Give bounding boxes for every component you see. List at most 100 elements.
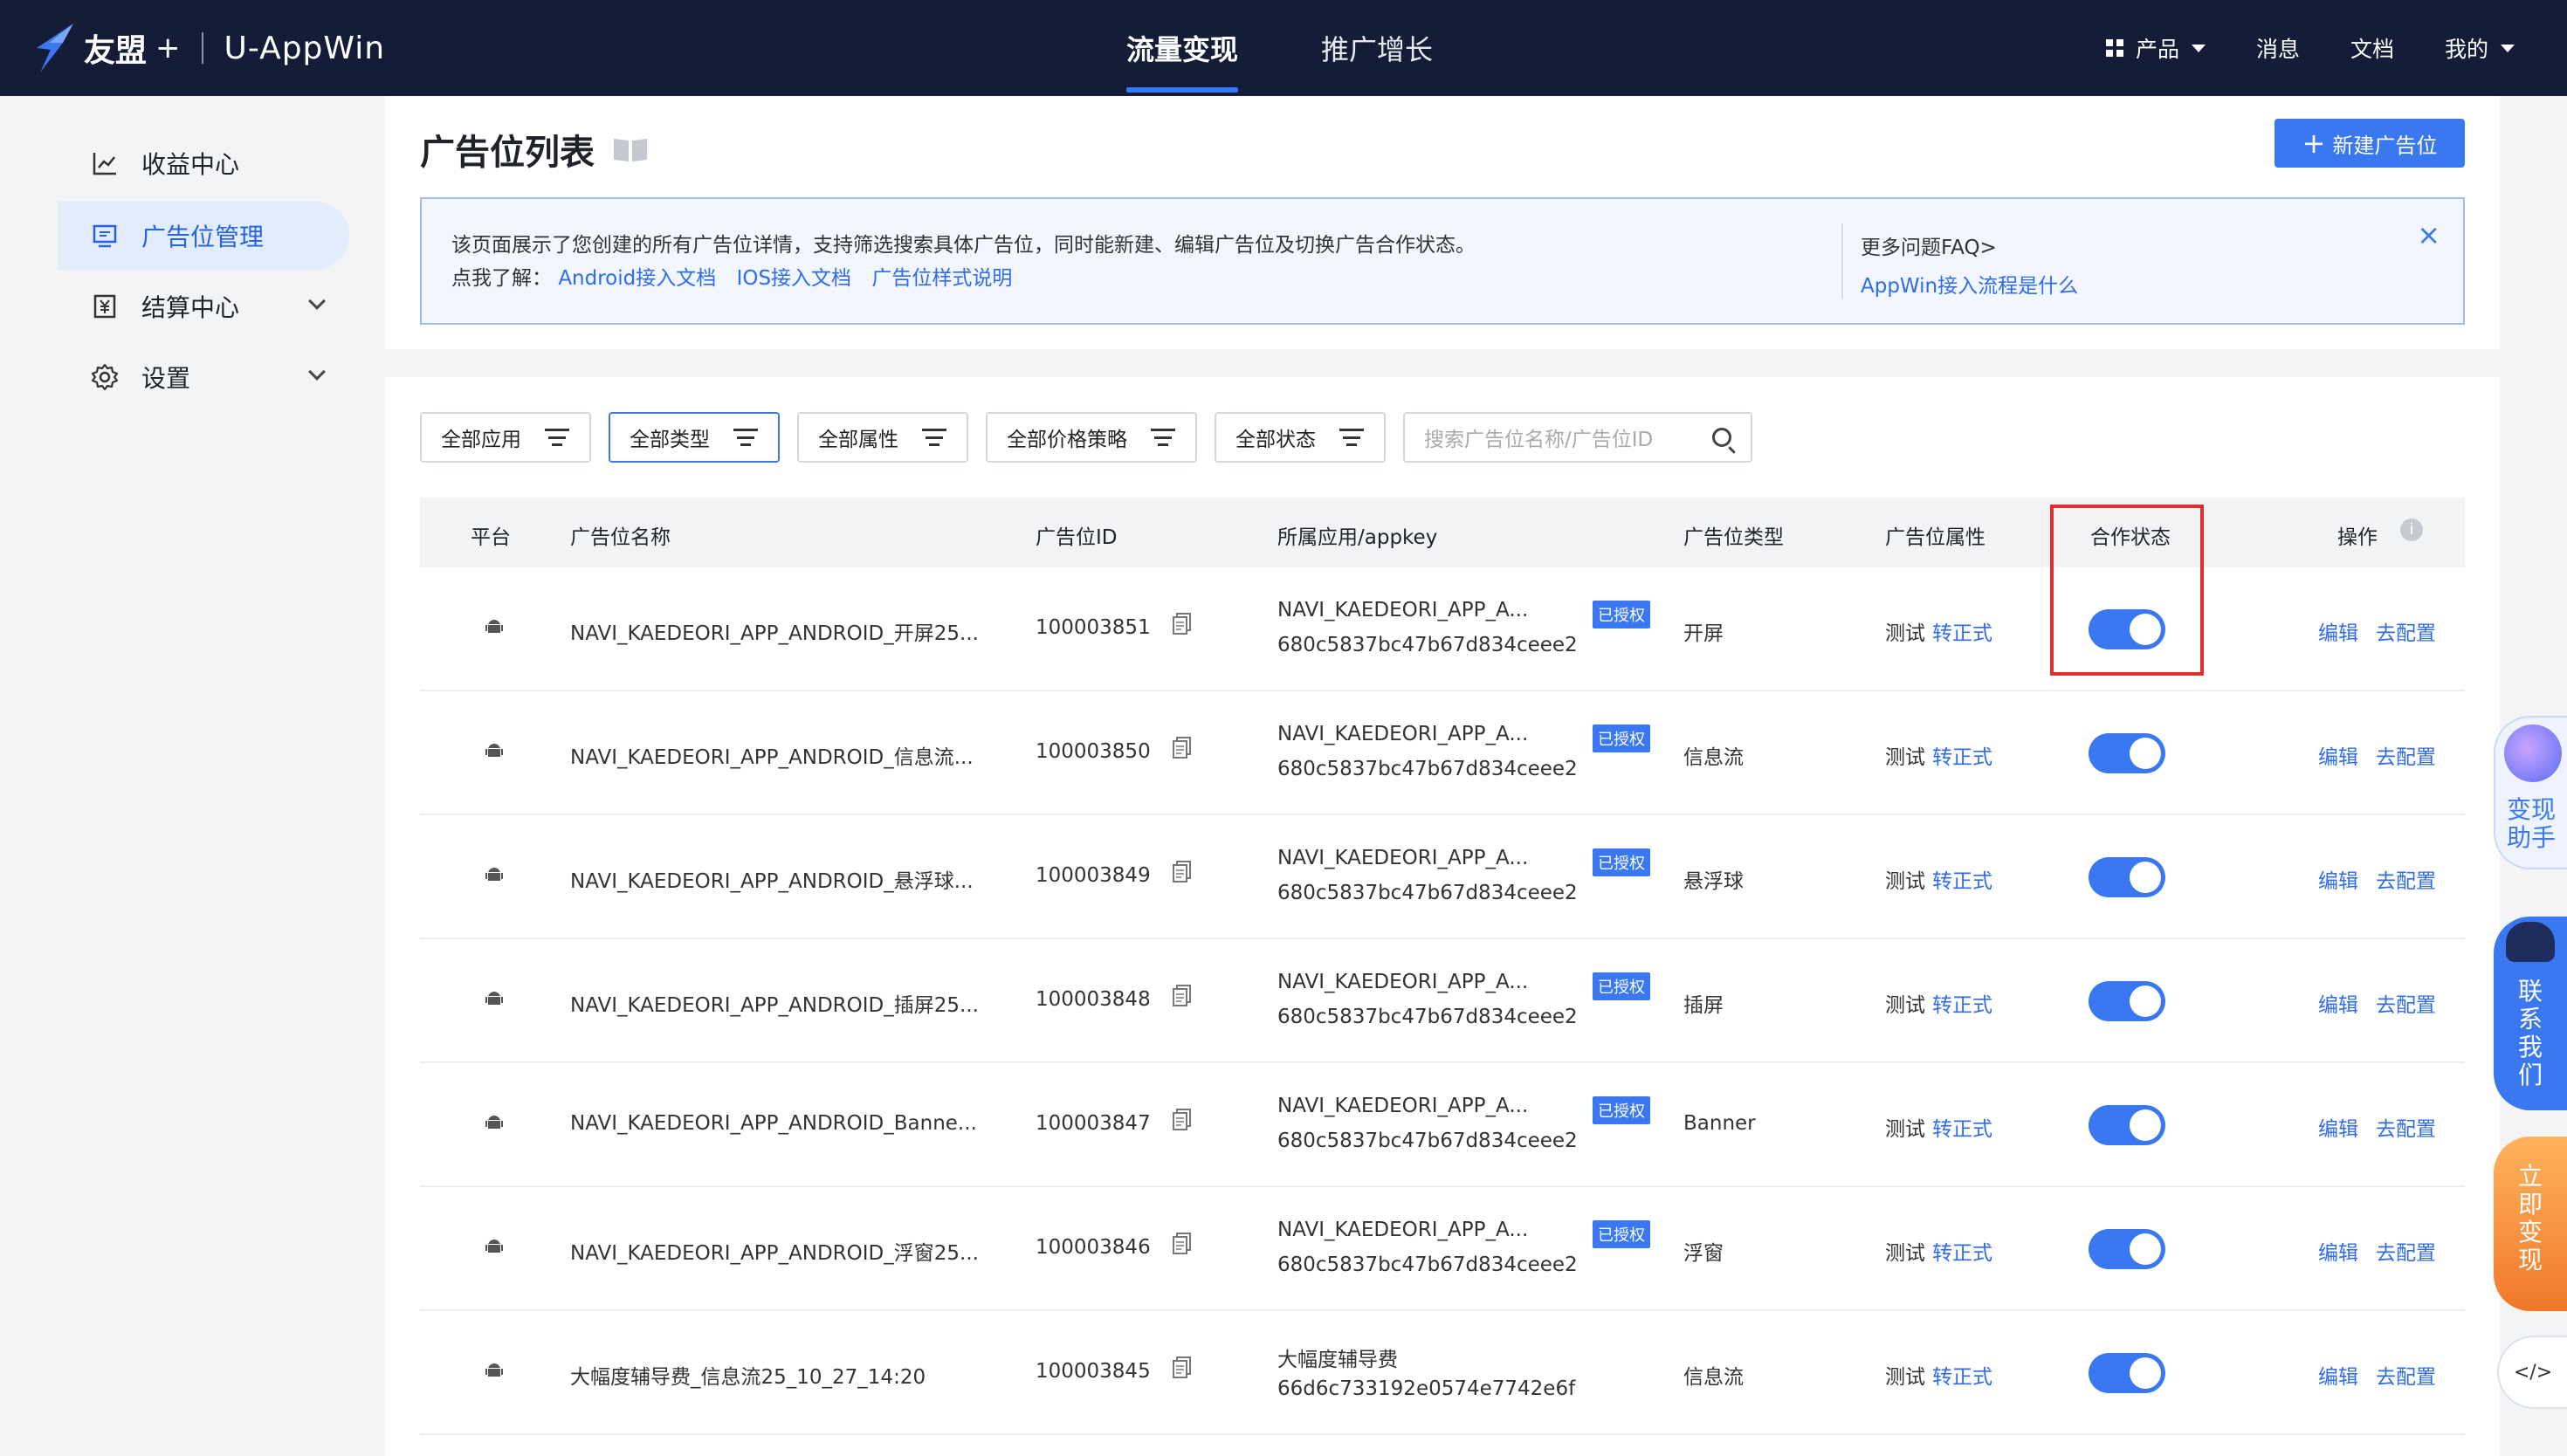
configure-link[interactable]: 去配置 <box>2376 988 2436 1018</box>
table-row: 大幅度辅导费_信息流25_10_27_14:20 100003845 大幅度辅导… <box>420 1311 2465 1435</box>
ios-doc-link[interactable]: IOS接入文档 <box>737 267 852 290</box>
edit-link[interactable]: 编辑 <box>2318 1236 2358 1266</box>
ad-slot-attribute: 测试 转正式 <box>1885 1236 1992 1266</box>
umeng-logo-icon <box>37 24 73 72</box>
cooperation-status-toggle[interactable] <box>2089 981 2165 1021</box>
convert-to-formal-link[interactable]: 转正式 <box>1932 746 1992 769</box>
new-ad-slot-label: 新建广告位 <box>2332 133 2438 158</box>
brand[interactable]: 友盟 + U-AppWin <box>28 17 385 79</box>
appkey: 680c5837bc47b67d834ceee2 <box>1277 1006 1578 1028</box>
cooperation-status-toggle[interactable] <box>2089 733 2165 773</box>
top-navigation-bar: 友盟 + U-AppWin 流量变现 推广增长 产品 消息 文档 我的 <box>0 0 2567 96</box>
ad-slot-attribute: 测试 转正式 <box>1885 1112 1992 1142</box>
configure-link[interactable]: 去配置 <box>2376 1236 2436 1266</box>
search-icon[interactable] <box>1712 428 1731 447</box>
cooperation-status-toggle[interactable] <box>2089 1105 2165 1145</box>
copy-icon[interactable] <box>1173 1109 1192 1131</box>
appkey: 680c5837bc47b67d834ceee2 <box>1277 1130 1578 1152</box>
ad-slot-name: NAVI_KAEDEORI_APP_ANDROID_Banne... <box>570 1112 977 1135</box>
filter-icon <box>544 429 570 446</box>
col-platform: 平台 <box>471 526 511 549</box>
copy-icon[interactable] <box>1173 861 1192 883</box>
monetize-char: 现 <box>2517 1246 2543 1274</box>
edit-link[interactable]: 编辑 <box>2318 1112 2358 1142</box>
android-icon <box>485 620 503 633</box>
docs-link[interactable]: 文档 <box>2350 32 2394 64</box>
copy-icon[interactable] <box>1173 1356 1192 1379</box>
sidebar-item-ad-slot-management[interactable]: 广告位管理 <box>58 202 349 270</box>
ad-slot-name: NAVI_KAEDEORI_APP_ANDROID_开屏25... <box>570 622 979 645</box>
code-icon[interactable]: </> <box>2497 1336 2567 1409</box>
convert-to-formal-link[interactable]: 转正式 <box>1932 622 1992 645</box>
configure-link[interactable]: 去配置 <box>2376 1112 2436 1142</box>
info-icon[interactable]: i <box>2400 519 2423 541</box>
configure-link[interactable]: 去配置 <box>2376 740 2436 770</box>
copy-icon[interactable] <box>1173 737 1192 759</box>
copy-icon[interactable] <box>1173 1233 1192 1255</box>
info-notice: 该页面展示了您创建的所有广告位详情，支持筛选搜索具体广告位，同时能新建、编辑广告… <box>420 197 2465 325</box>
cooperation-status-toggle[interactable] <box>2089 857 2165 897</box>
search-input[interactable]: 搜索广告位名称/广告位ID <box>1403 412 1752 463</box>
account-menu[interactable]: 我的 <box>2445 32 2515 64</box>
notice-prefix: 点我了解： <box>451 267 552 290</box>
filter-app[interactable]: 全部应用 <box>420 412 591 463</box>
top-right-menu: 产品 消息 文档 我的 <box>2055 0 2515 96</box>
filter-price-strategy[interactable]: 全部价格策略 <box>986 412 1197 463</box>
cooperation-status-toggle[interactable] <box>2089 1229 2165 1269</box>
ad-slot-name: NAVI_KAEDEORI_APP_ANDROID_悬浮球... <box>570 870 974 893</box>
brand-plus: + <box>155 31 181 65</box>
cooperation-status-toggle[interactable] <box>2089 1353 2165 1393</box>
col-attribute: 广告位属性 <box>1885 526 1985 549</box>
attr-test-label: 测试 <box>1885 1118 1925 1141</box>
sidebar-item-label: 广告位管理 <box>141 223 265 251</box>
faq-link[interactable]: AppWin接入流程是什么 <box>1861 275 2078 298</box>
monetize-now-button[interactable]: 立 即 变 现 <box>2494 1137 2567 1311</box>
filter-type[interactable]: 全部类型 <box>609 412 780 463</box>
sidebar-item-settlement[interactable]: 结算中心 <box>58 272 349 340</box>
configure-link[interactable]: 去配置 <box>2376 1360 2436 1390</box>
copy-icon[interactable] <box>1173 613 1192 635</box>
convert-to-formal-link[interactable]: 转正式 <box>1932 1118 1992 1141</box>
edit-link[interactable]: 编辑 <box>2318 616 2358 646</box>
faq-title[interactable]: 更多问题FAQ> <box>1861 229 2092 267</box>
filter-icon <box>733 429 759 446</box>
convert-to-formal-link[interactable]: 转正式 <box>1932 1366 1992 1389</box>
appkey: 680c5837bc47b67d834ceee2 <box>1277 634 1578 656</box>
chart-line-icon <box>91 149 119 177</box>
edit-link[interactable]: 编辑 <box>2318 988 2358 1018</box>
configure-link[interactable]: 去配置 <box>2376 864 2436 894</box>
contact-us-button[interactable]: 联 系 我 们 <box>2494 917 2567 1110</box>
monetize-char: 即 <box>2517 1190 2543 1219</box>
configure-link[interactable]: 去配置 <box>2376 616 2436 646</box>
ad-slot-attribute: 测试 转正式 <box>1885 740 1992 770</box>
products-menu[interactable]: 产品 <box>2105 32 2206 64</box>
filter-status[interactable]: 全部状态 <box>1215 412 1386 463</box>
col-name: 广告位名称 <box>570 526 671 549</box>
chevron-down-icon <box>2501 44 2515 52</box>
assistant-orb-icon <box>2504 725 2562 782</box>
sidebar-item-settings[interactable]: 设置 <box>58 343 349 411</box>
authorized-badge: 已授权 <box>1593 1220 1650 1248</box>
edit-link[interactable]: 编辑 <box>2318 1360 2358 1390</box>
yuan-icon <box>91 292 119 320</box>
tab-promotion-growth[interactable]: 推广增长 <box>1321 0 1433 96</box>
book-icon[interactable] <box>612 135 649 163</box>
filter-attribute[interactable]: 全部属性 <box>797 412 968 463</box>
convert-to-formal-link[interactable]: 转正式 <box>1932 870 1992 893</box>
edit-link[interactable]: 编辑 <box>2318 740 2358 770</box>
monetize-assistant-button[interactable]: 变现 助手 <box>2494 716 2567 869</box>
tab-traffic-monetization[interactable]: 流量变现 <box>1126 0 1239 96</box>
messages-link[interactable]: 消息 <box>2256 32 2300 64</box>
convert-to-formal-link[interactable]: 转正式 <box>1932 994 1992 1017</box>
android-doc-link[interactable]: Android接入文档 <box>558 267 716 290</box>
app-name: NAVI_KAEDEORI_APP_A... <box>1277 847 1529 869</box>
edit-link[interactable]: 编辑 <box>2318 864 2358 894</box>
convert-to-formal-link[interactable]: 转正式 <box>1932 1242 1992 1265</box>
sidebar-item-revenue[interactable]: 收益中心 <box>58 129 349 197</box>
close-icon[interactable]: × <box>2417 218 2440 251</box>
ad-slot-attribute: 测试 转正式 <box>1885 864 1992 894</box>
brand-divider <box>201 32 203 64</box>
ad-style-doc-link[interactable]: 广告位样式说明 <box>871 267 1012 290</box>
new-ad-slot-button[interactable]: + 新建广告位 <box>2275 119 2465 168</box>
copy-icon[interactable] <box>1173 985 1192 1007</box>
